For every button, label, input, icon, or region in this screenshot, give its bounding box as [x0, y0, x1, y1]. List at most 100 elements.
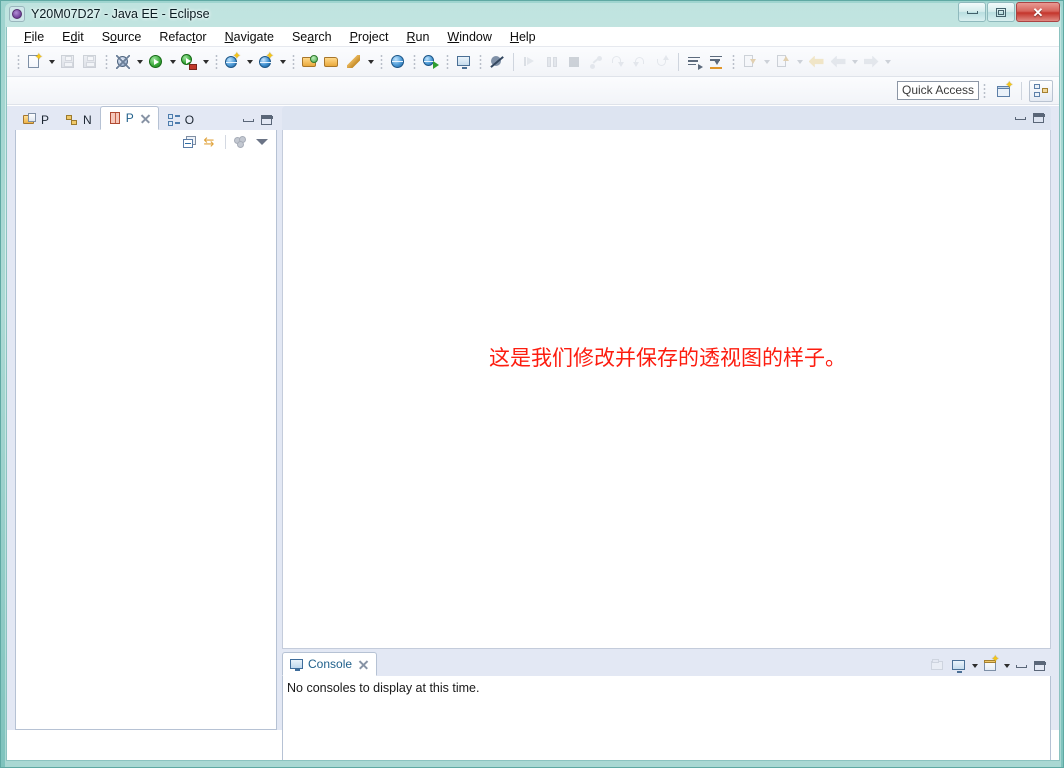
tab-properties-close-icon[interactable] [140, 113, 151, 124]
external-tools-dropdown[interactable] [200, 51, 211, 73]
open-web-browser-button[interactable] [387, 51, 409, 73]
toolbar-grip-2[interactable] [105, 53, 108, 70]
forward-dropdown[interactable] [882, 51, 893, 73]
menu-edit[interactable]: Edit [53, 28, 93, 46]
pen-icon [346, 54, 362, 70]
last-edit-location-button[interactable] [805, 51, 827, 73]
filter-button[interactable] [230, 132, 251, 152]
menu-window[interactable]: Window [438, 28, 500, 46]
new-wizard-button[interactable]: ✦ [24, 51, 46, 73]
toolbar-grip-9[interactable] [732, 53, 735, 70]
clear-console-button[interactable] [927, 656, 948, 676]
view-menu-button[interactable] [251, 132, 272, 152]
tab-console-close-icon[interactable] [358, 659, 369, 670]
next-annotation-dropdown[interactable] [761, 51, 772, 73]
skip-breakpoints-button[interactable] [486, 51, 508, 73]
editor-canvas[interactable]: 这是我们修改并保存的透视图的样子。 [282, 130, 1051, 649]
tab-project-explorer[interactable]: P [15, 108, 57, 130]
new-dynamic-web-project-dropdown[interactable] [277, 51, 288, 73]
toolbar-grip-8[interactable] [479, 53, 482, 70]
quick-access-grip[interactable] [983, 82, 986, 99]
maximize-editor-button[interactable] [1029, 110, 1047, 126]
debug-button[interactable] [112, 51, 134, 73]
open-console-button[interactable]: ✦ [980, 655, 1001, 676]
toolbar-grip-6[interactable] [413, 53, 416, 70]
use-step-filters-button[interactable] [706, 51, 728, 73]
step-over-icon [632, 54, 648, 70]
next-annotation-button[interactable] [739, 51, 761, 73]
menu-file[interactable]: File [15, 28, 53, 46]
display-selected-console-button[interactable] [948, 656, 969, 676]
external-tools-button[interactable] [178, 51, 200, 73]
external-tools-icon [181, 53, 197, 70]
toolbar-grip-7[interactable] [446, 53, 449, 70]
restore-button[interactable] [987, 2, 1015, 22]
tab-console[interactable]: Console [282, 652, 378, 676]
run-button[interactable] [145, 51, 167, 73]
menu-help[interactable]: Help [501, 28, 545, 46]
tab-outline[interactable]: O [159, 108, 202, 130]
new-server-dropdown[interactable] [244, 51, 255, 73]
menu-source[interactable]: Source [93, 28, 151, 46]
toolbar-grip[interactable] [17, 53, 20, 70]
run-on-server-button[interactable] [420, 51, 442, 73]
minimize-console-button[interactable] [1012, 658, 1030, 674]
link-with-editor-button[interactable]: ⇆ [200, 132, 221, 152]
open-perspective-button[interactable]: ✦ [992, 80, 1016, 102]
close-button[interactable]: ✕ [1016, 2, 1060, 22]
editor-tabbar [282, 106, 1051, 130]
new-server-button[interactable]: ✦ [222, 51, 244, 73]
debug-dropdown[interactable] [134, 51, 145, 73]
display-console-dropdown[interactable] [969, 655, 980, 677]
toolbar-grip-3[interactable] [215, 53, 218, 70]
disconnect-button[interactable] [585, 51, 607, 73]
perspective-java-ee[interactable] [1029, 79, 1053, 102]
new-dynamic-web-project-button[interactable]: ✦ [255, 51, 277, 73]
new-wizard-dropdown[interactable] [46, 51, 57, 73]
open-console-button[interactable] [453, 51, 475, 73]
previous-annotation-dropdown[interactable] [794, 51, 805, 73]
annotation-button[interactable] [343, 51, 365, 73]
menu-refactor[interactable]: Refactor [150, 28, 215, 46]
minimize-button[interactable] [958, 2, 986, 22]
step-filters-button[interactable] [684, 51, 706, 73]
toolbar-grip-5[interactable] [380, 53, 383, 70]
collapse-all-button[interactable] [179, 132, 200, 152]
collapse-all-icon [182, 135, 197, 149]
save-button[interactable] [57, 51, 79, 73]
save-all-button[interactable] [79, 51, 101, 73]
menu-search[interactable]: Search [283, 28, 341, 46]
tab-properties[interactable]: P [99, 106, 159, 130]
maximize-console-button[interactable] [1030, 658, 1048, 674]
run-dropdown[interactable] [167, 51, 178, 73]
step-over-button[interactable] [629, 51, 651, 73]
step-return-button[interactable] [651, 51, 673, 73]
terminate-button[interactable] [563, 51, 585, 73]
resume-button[interactable] [519, 51, 541, 73]
minimize-editor-button[interactable] [1011, 110, 1029, 126]
menu-project[interactable]: Project [341, 28, 398, 46]
back-button[interactable] [827, 51, 849, 73]
step-into-button[interactable] [607, 51, 629, 73]
save-all-icon [82, 54, 98, 70]
annotation-dropdown[interactable] [365, 51, 376, 73]
back-arrow-icon [831, 56, 846, 68]
maximize-view-button[interactable] [257, 112, 275, 128]
open-resource-button[interactable] [321, 51, 343, 73]
server-globe-icon: ✦ [225, 51, 241, 70]
suspend-button[interactable] [541, 51, 563, 73]
left-view-content[interactable] [16, 154, 276, 724]
quick-access-input[interactable]: Quick Access [897, 81, 979, 100]
menu-run[interactable]: Run [397, 28, 438, 46]
console-body[interactable]: No consoles to display at this time. [282, 676, 1051, 760]
open-type-button[interactable] [299, 51, 321, 73]
previous-annotation-button[interactable] [772, 51, 794, 73]
toolbar-grip-4[interactable] [292, 53, 295, 70]
minimize-view-button[interactable] [239, 112, 257, 128]
menu-navigate[interactable]: Navigate [216, 28, 283, 46]
tab-navigator[interactable]: N [57, 108, 100, 130]
forward-button[interactable] [860, 51, 882, 73]
display-console-icon [951, 658, 967, 674]
open-console-dropdown[interactable] [1001, 655, 1012, 677]
back-dropdown[interactable] [849, 51, 860, 73]
